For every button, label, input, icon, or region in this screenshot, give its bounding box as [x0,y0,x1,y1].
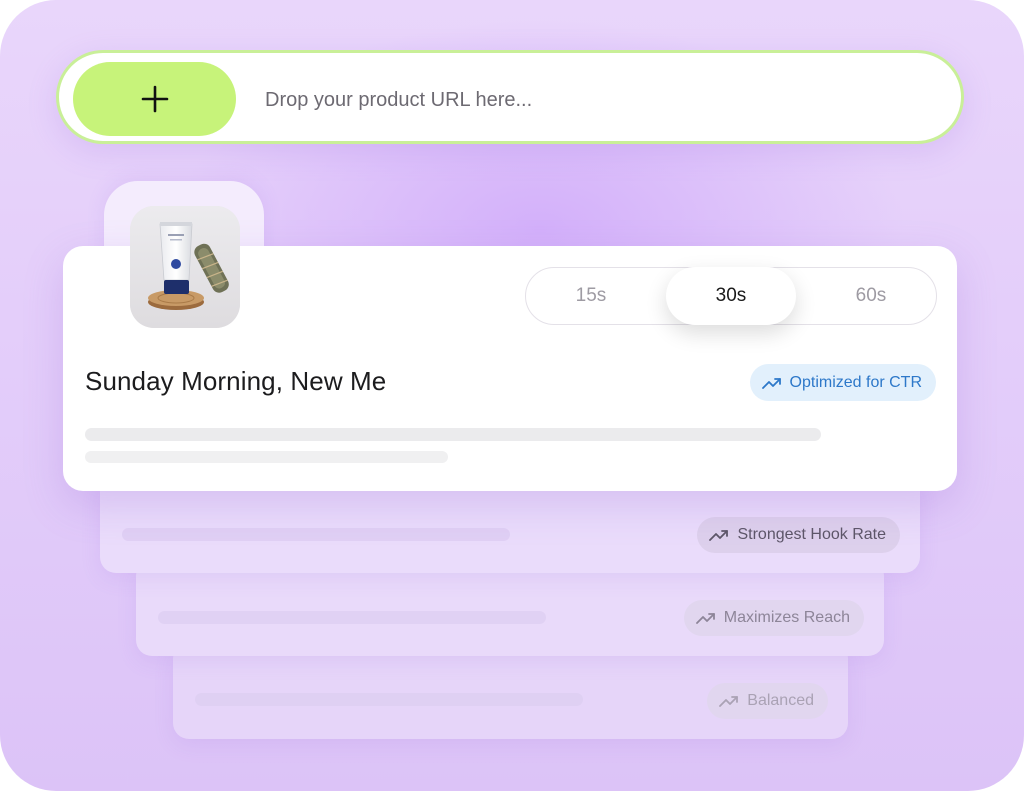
duration-option-30s[interactable]: 30s [666,267,796,325]
skeleton-line [85,451,448,463]
variant-badge: Balanced [707,683,828,719]
skeleton-line [122,528,510,541]
product-url-input[interactable] [263,73,907,127]
plus-icon [141,85,168,113]
trending-up-icon [719,696,739,707]
variant-card-balanced[interactable]: Balanced [173,643,848,739]
variant-badge-label: Maximizes Reach [723,609,850,626]
trending-up-icon [709,530,729,541]
add-product-button[interactable] [73,62,236,136]
product-thumbnail[interactable] [130,206,240,328]
duration-option-15s[interactable]: 15s [526,268,656,323]
variant-badge-label: Balanced [747,692,814,709]
duration-selector: 15s 60s 30s [525,267,937,325]
skeleton-line [158,611,546,624]
variant-badge: Maximizes Reach [683,600,864,636]
product-image [130,206,240,328]
trending-up-icon [761,377,781,389]
optimization-badge-label: Optimized for CTR [789,373,922,391]
skeleton-line [195,693,583,706]
script-title: Sunday Morning, New Me [85,366,387,396]
trending-up-icon [695,613,715,624]
variant-badge: Strongest Hook Rate [697,517,900,553]
optimization-badge: Optimized for CTR [749,364,936,401]
duration-option-60s[interactable]: 60s [806,268,936,323]
url-drop-bar [56,50,964,144]
app-frame: Balanced Maximizes Reach Strongest Hook … [0,0,1024,791]
variant-badge-label: Strongest Hook Rate [737,526,886,543]
skeleton-line [85,428,821,441]
variant-card-reach[interactable]: Maximizes Reach [136,560,884,656]
